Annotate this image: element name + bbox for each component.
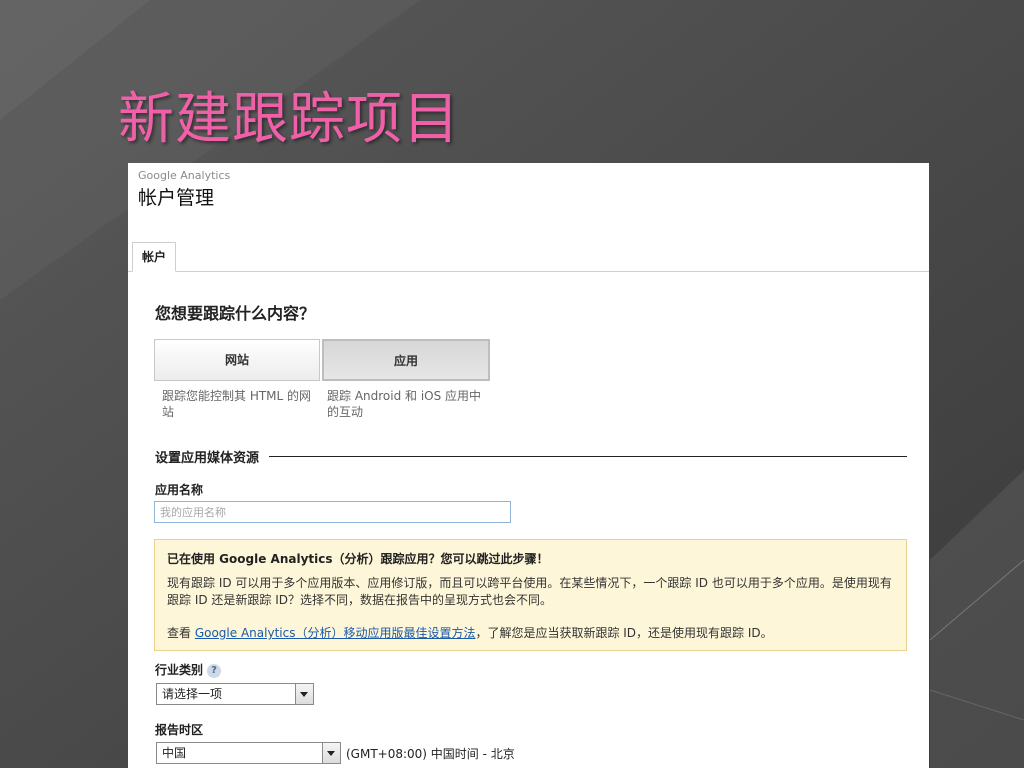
section-title: 设置应用媒体资源 — [155, 450, 260, 466]
chevron-down-icon[interactable] — [322, 743, 340, 763]
notice-link-prefix: 查看 — [167, 626, 195, 640]
timezone-country-value: 中国 — [162, 746, 187, 760]
timezone-label: 报告时区 — [155, 723, 204, 737]
industry-select[interactable]: 请选择一项 — [156, 683, 314, 705]
notice-title: 已在使用 Google Analytics（分析）跟踪应用？您可以跳过此步骤！ — [167, 552, 549, 566]
timezone-value: (GMT+08:00) 中国时间 - 北京 — [346, 747, 515, 761]
tab-bar: 帐户 — [128, 242, 929, 272]
industry-selected-value: 请选择一项 — [162, 687, 223, 701]
page-title: 帐户管理 — [138, 187, 215, 209]
best-practices-link[interactable]: Google Analytics（分析）移动应用版最佳设置方法 — [195, 626, 476, 640]
industry-label-row: 行业类别? — [155, 661, 222, 678]
industry-label: 行业类别 — [155, 663, 204, 677]
tab-account[interactable]: 帐户 — [132, 242, 177, 272]
notice-link-line: 查看 Google Analytics（分析）移动应用版最佳设置方法，了解您是应… — [167, 624, 773, 641]
section-header: 设置应用媒体资源 — [155, 446, 907, 466]
website-option-button[interactable]: 网站 — [154, 339, 320, 381]
ga-admin-panel: Google Analytics 帐户管理 帐户 您想要跟踪什么内容？ 网站 应… — [128, 163, 929, 768]
app-name-label: 应用名称 — [155, 483, 204, 497]
notice-link-suffix: ，了解您是应当获取新跟踪 ID，还是使用现有跟踪 ID。 — [475, 626, 773, 640]
brand-label: Google Analytics — [138, 169, 231, 182]
section-divider — [269, 455, 907, 457]
timezone-country-select[interactable]: 中国 — [156, 742, 341, 764]
existing-tracking-notice: 已在使用 Google Analytics（分析）跟踪应用？您可以跳过此步骤！ … — [154, 539, 907, 651]
chevron-down-icon[interactable] — [295, 684, 313, 704]
help-icon[interactable]: ? — [207, 663, 222, 678]
notice-body: 现有跟踪 ID 可以用于多个应用版本、应用修订版，而且可以跨平台使用。在某些情况… — [167, 576, 892, 607]
track-question: 您想要跟踪什么内容？ — [155, 304, 316, 323]
app-name-input[interactable] — [154, 501, 511, 523]
app-option-button[interactable]: 应用 — [322, 339, 490, 381]
app-option-description: 跟踪 Android 和 iOS 应用中的互动 — [327, 389, 482, 419]
slide-title: 新建跟踪项目 — [118, 87, 460, 152]
website-option-description: 跟踪您能控制其 HTML 的网站 — [162, 389, 312, 419]
